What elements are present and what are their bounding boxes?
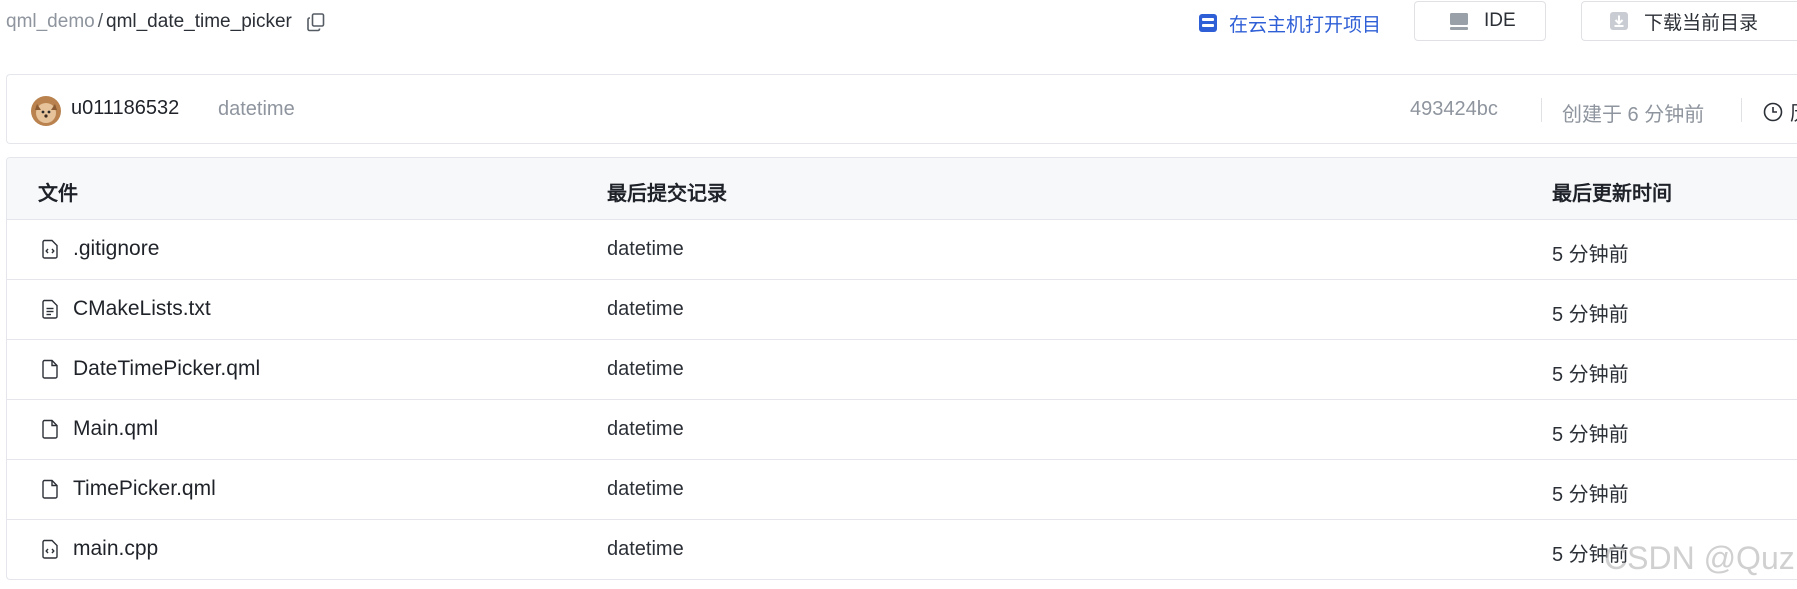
divider [1541, 98, 1542, 122]
ide-button[interactable]: IDE [1414, 1, 1546, 41]
server-icon [1197, 12, 1219, 34]
file-commit-message[interactable]: datetime [607, 298, 684, 321]
history-label: 历史 [1790, 97, 1797, 126]
file-commit-message[interactable]: datetime [607, 238, 684, 261]
file-icon [39, 418, 61, 440]
table-row[interactable]: CMakeLists.txt datetime 5 分钟前 [7, 280, 1797, 340]
file-commit-message[interactable]: datetime [607, 358, 684, 381]
open-in-cloud-label: 在云主机打开项目 [1229, 14, 1382, 36]
code-file-icon [39, 238, 61, 260]
ide-button-label: IDE [1484, 10, 1516, 31]
file-name-link[interactable]: TimePicker.qml [73, 477, 216, 501]
table-row[interactable]: DateTimePicker.qml datetime 5 分钟前 [7, 340, 1797, 400]
commit-message[interactable]: datetime [218, 98, 295, 121]
file-update-time: 5 分钟前 [1552, 244, 1629, 266]
file-name-link[interactable]: Main.qml [73, 417, 158, 441]
watermark: CSDN @Quz [1604, 540, 1795, 576]
commit-hash[interactable]: 493424bc [1410, 98, 1498, 121]
file-update-time: 5 分钟前 [1552, 484, 1629, 506]
latest-commit-bar: u011186532 datetime 493424bc 创建于 6 分钟前 历… [6, 74, 1797, 144]
top-bar: qml_demo / qml_date_time_picker 在云主机打开项目 [0, 0, 1797, 48]
text-file-icon [39, 298, 61, 320]
avatar[interactable] [31, 96, 61, 126]
file-name-link[interactable]: main.cpp [73, 537, 158, 561]
breadcrumb-separator: / [97, 11, 103, 32]
file-icon [39, 358, 61, 380]
open-in-cloud-link[interactable]: 在云主机打开项目 [1197, 10, 1381, 36]
breadcrumb-parent-link[interactable]: qml_demo [6, 11, 95, 33]
file-name-link[interactable]: DateTimePicker.qml [73, 357, 260, 381]
file-update-time: 5 分钟前 [1552, 424, 1629, 446]
divider [1741, 98, 1742, 122]
breadcrumb: qml_demo / qml_date_time_picker [6, 11, 326, 33]
clock-icon [1762, 101, 1784, 123]
code-file-icon [39, 538, 61, 560]
file-name-link[interactable]: .gitignore [73, 237, 159, 261]
copy-icon[interactable] [306, 12, 326, 32]
commit-author[interactable]: u011186532 [71, 97, 179, 120]
file-commit-message[interactable]: datetime [607, 418, 684, 441]
file-icon [39, 478, 61, 500]
breadcrumb-current: qml_date_time_picker [106, 11, 292, 32]
column-header-last-update: 最后更新时间 [1552, 183, 1672, 205]
file-commit-message[interactable]: datetime [607, 538, 684, 561]
download-icon [1608, 10, 1630, 32]
history-link[interactable]: 历史 [1762, 97, 1797, 126]
file-update-time: 5 分钟前 [1552, 304, 1629, 326]
column-header-file: 文件 [38, 183, 78, 205]
file-update-time: 5 分钟前 [1552, 364, 1629, 386]
column-header-last-commit: 最后提交记录 [607, 183, 727, 205]
table-row[interactable]: Main.qml datetime 5 分钟前 [7, 400, 1797, 460]
table-row[interactable]: main.cpp datetime 5 分钟前 [7, 520, 1797, 579]
table-header: 文件 最后提交记录 最后更新时间 [7, 158, 1797, 220]
table-row[interactable]: TimePicker.qml datetime 5 分钟前 [7, 460, 1797, 520]
file-name-link[interactable]: CMakeLists.txt [73, 297, 211, 321]
monitor-icon [1448, 10, 1470, 32]
table-row[interactable]: .gitignore datetime 5 分钟前 [7, 220, 1797, 280]
download-button-label: 下载当前目录 [1644, 12, 1759, 34]
commit-created-time: 创建于 6 分钟前 [1562, 104, 1705, 126]
file-table: 文件 最后提交记录 最后更新时间 .gitignore datetime 5 分… [6, 157, 1797, 580]
download-directory-button[interactable]: 下载当前目录 [1581, 1, 1797, 41]
file-commit-message[interactable]: datetime [607, 478, 684, 501]
